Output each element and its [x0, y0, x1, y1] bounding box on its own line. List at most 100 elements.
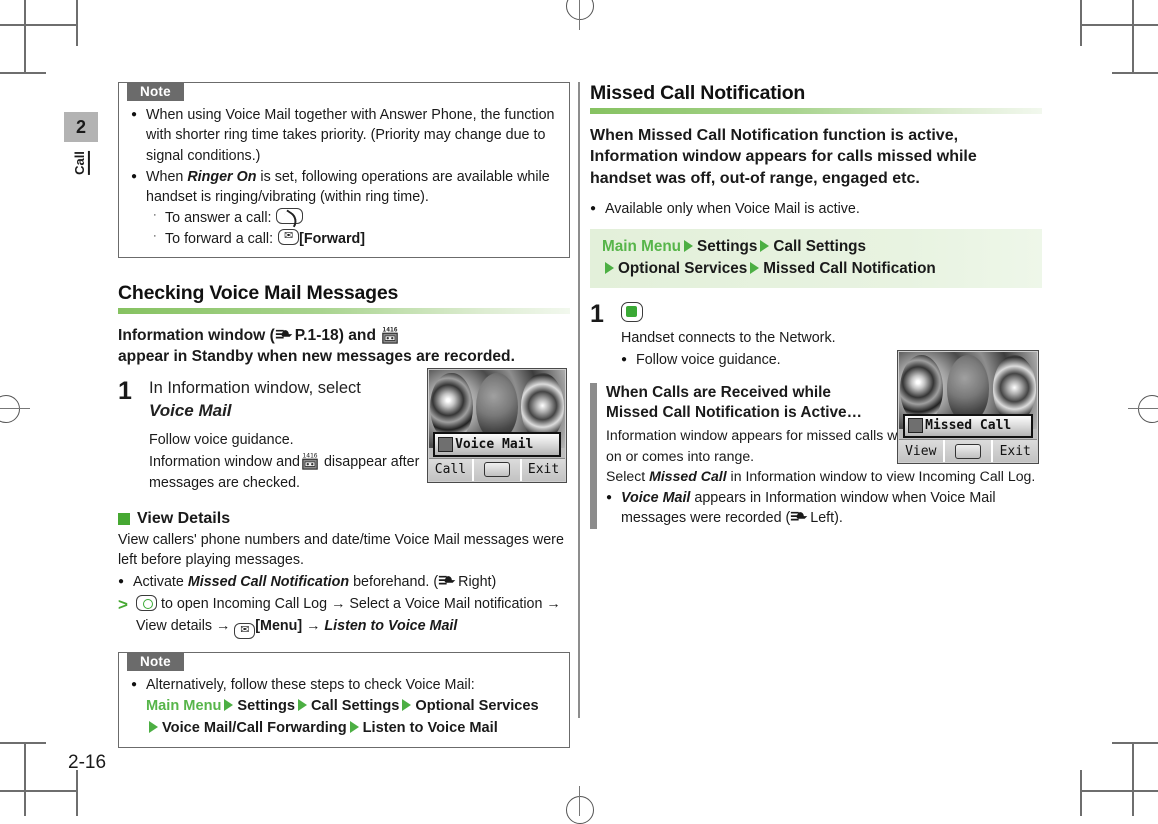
op-line2-a: View details — [136, 617, 217, 634]
section-heading-rule — [118, 307, 570, 314]
note-body: ● When using Voice Mail together with An… — [119, 103, 569, 250]
answerphone-icon: 1416 — [301, 451, 319, 471]
step-1-sub-line2-b: disappear after — [323, 454, 420, 471]
crop-mark-top-right-v — [1080, 0, 1082, 46]
menu-step-1: Settings — [697, 237, 758, 255]
missed-call-icon — [908, 418, 924, 434]
bullet-dot-icon: ● — [621, 353, 628, 365]
step-1-key — [621, 301, 1042, 322]
menu-arrow-icon — [684, 239, 694, 252]
softkey-center[interactable] — [944, 440, 994, 462]
menu-arrow-icon — [750, 261, 760, 274]
step-1-sub-line2-a: Information window and — [149, 454, 300, 471]
op-line1-arrow2: → — [546, 596, 561, 613]
mail-key-icon: ✉ — [234, 622, 256, 639]
crop-mark-bottom-left-h2 — [0, 790, 76, 792]
softkey-bar: Call Exit — [429, 457, 565, 481]
information-window-label: Missed Call — [925, 418, 1012, 434]
callout-paragraph-2: Select Missed Call in Information window… — [606, 466, 1042, 487]
menu-step-1: Settings — [237, 698, 295, 715]
menu-path-band: Main Menu Settings Call Settings Optional S… — [590, 228, 1042, 288]
menu-arrow-icon — [224, 699, 234, 712]
section-lead: Information window (P.1-18) and 1416 app… — [118, 325, 570, 368]
menu-arrow-icon — [149, 721, 158, 733]
op-line1-a: to open Incoming Call Log — [157, 596, 332, 613]
note-tab-label: Note — [127, 83, 184, 101]
operation-arrow-icon: > — [118, 595, 128, 615]
crop-mark-bottom-left-v2 — [24, 744, 26, 816]
step-1-sub-line1: Handset connects to the Network. — [621, 329, 836, 346]
answerphone-icon: 1416 — [381, 325, 399, 345]
svg-text:1416: 1416 — [383, 326, 398, 333]
wallpaper-image-left — [430, 373, 473, 442]
registration-mark-bottom — [566, 796, 594, 824]
softkey-left[interactable]: Call — [429, 458, 474, 481]
note-subitem-answer-label: To answer a call: — [165, 210, 272, 227]
crop-mark-top-left-h2 — [0, 24, 76, 26]
softkey-right[interactable]: Exit — [522, 458, 565, 481]
center-select-icon — [955, 443, 981, 459]
wallpaper-image-center — [475, 373, 519, 442]
view-details-operation: > to open Incoming Call Log → Select a V… — [118, 594, 570, 639]
callout-p2-emphasis: Missed Call — [649, 468, 727, 485]
step-1-title-line2: Voice Mail — [149, 400, 232, 420]
softkey-center[interactable] — [473, 458, 523, 481]
reference-hand-icon — [438, 574, 457, 588]
note-box-top: Note ● When using Voice Mail together wi… — [118, 82, 570, 258]
information-window[interactable]: Voice Mail — [433, 432, 561, 457]
wallpaper-image-right — [521, 373, 564, 442]
softkey-left[interactable]: View — [899, 440, 945, 462]
sub-dot-icon: · — [153, 209, 157, 222]
page-number: 2-16 — [68, 752, 107, 773]
sub-dot-icon: · — [153, 230, 157, 243]
information-window-label: Voice Mail — [455, 436, 534, 452]
crop-mark-top-right-h — [1112, 72, 1158, 74]
chapter-label-text: Call — [72, 151, 90, 175]
lead-reference: P.1-18 — [294, 326, 339, 344]
view-details-heading-text: View Details — [137, 509, 231, 527]
op-line2-arrow1: → — [216, 617, 231, 634]
menu-step-3: Optional Services — [415, 698, 539, 715]
reference-hand-icon — [275, 327, 294, 341]
menu-arrow-icon — [605, 261, 614, 274]
bullet-dot-icon: ● — [118, 576, 125, 588]
note-subitem-forward: · To forward a call: ✉ [Forward] — [153, 229, 557, 250]
menu-arrow-icon — [760, 239, 770, 252]
vd-bullet-part-d: ) — [491, 574, 497, 591]
menu-step-4: Voice Mail/Call Forwarding — [162, 720, 347, 736]
step-1-title-line1: In Information window, select — [149, 378, 361, 397]
view-details-heading: View Details — [118, 510, 570, 528]
view-details-block: View Details View callers' phone numbers… — [118, 510, 570, 639]
callout-bullet-c: ). — [834, 509, 843, 526]
vd-bullet-reference: Right — [458, 574, 492, 591]
lead-part-a: Information window ( — [118, 326, 275, 344]
vd-bullet-emphasis: Missed Call Notification — [187, 574, 350, 591]
callout-title-line2: Missed Call Notification is Active… — [606, 403, 862, 421]
note-subitem-forward-trailing: [Forward] — [299, 231, 365, 248]
lead-line2: appear in Standby when new messages are … — [118, 348, 515, 366]
call-key-icon — [276, 208, 304, 225]
callout-bullet-emphasis: Voice Mail — [621, 489, 691, 506]
section-bullet: ● Available only when Voice Mail is acti… — [590, 199, 1042, 219]
menu-root-label: Main Menu — [146, 698, 222, 715]
operation-text: to open Incoming Call Log → Select a Voi… — [136, 594, 561, 639]
registration-mark-left — [0, 395, 20, 423]
section-heading: Checking Voice Mail Messages — [118, 281, 399, 304]
note-bottom-menu-path: Main Menu Settings Call Settings Optional S… — [146, 696, 557, 740]
menu-root-label: Main Menu — [602, 237, 682, 255]
bullet-dot-icon: ● — [131, 678, 138, 690]
center-select-icon — [484, 462, 510, 478]
column-divider — [578, 82, 580, 718]
crop-mark-bottom-right-h — [1112, 742, 1158, 744]
menu-step-5: Listen to Voice Mail — [362, 720, 498, 736]
note-bullet-1-text: When using Voice Mail together with Answ… — [146, 107, 555, 164]
crop-mark-bottom-right-v2 — [1132, 744, 1134, 816]
crop-mark-top-right-v2 — [1132, 0, 1134, 72]
reference-hand-icon — [790, 510, 809, 524]
softkey-right[interactable]: Exit — [993, 440, 1037, 462]
information-window[interactable]: Missed Call — [903, 413, 1033, 438]
green-square-icon — [118, 512, 130, 525]
crop-mark-bottom-right-h2 — [1082, 790, 1158, 792]
note-bottom-bullet-text: Alternatively, follow these steps to che… — [146, 676, 475, 693]
note-bullet-2-text: When Ringer On is set, following operati… — [146, 167, 557, 208]
